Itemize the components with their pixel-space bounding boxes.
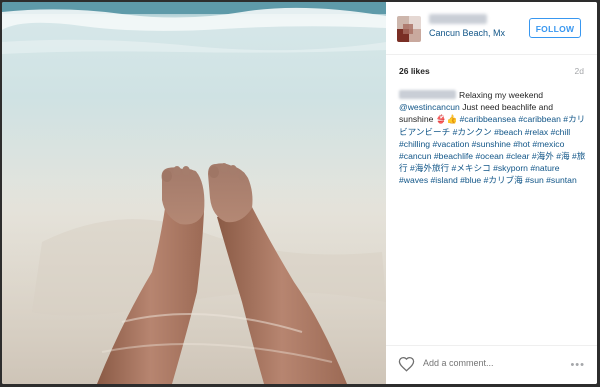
hashtag-link[interactable]: #clear xyxy=(506,151,529,161)
hashtag-link[interactable]: #island xyxy=(431,175,458,185)
hashtag-link[interactable]: #caribbean xyxy=(518,114,561,124)
hashtag-link[interactable]: #ocean xyxy=(475,151,503,161)
hashtag-link[interactable]: #skyporn xyxy=(493,163,528,173)
post-photo[interactable] xyxy=(2,2,386,384)
hashtag-link[interactable]: #cancun xyxy=(399,151,432,161)
hashtag-link[interactable]: #海 xyxy=(556,151,569,161)
caption-username-redacted[interactable] xyxy=(399,90,456,99)
instagram-post: Cancun Beach, Mx FOLLOW 26 likes 2d Rela… xyxy=(2,2,597,384)
hashtag-link[interactable]: #relax xyxy=(525,127,548,137)
caption: Relaxing my weekend @westincancun Just n… xyxy=(399,89,589,187)
heart-outline-icon[interactable] xyxy=(398,356,415,372)
hashtag-link[interactable]: #blue xyxy=(460,175,481,185)
hashtag-link[interactable]: #chill xyxy=(551,127,571,137)
hashtag-link[interactable]: #hot xyxy=(513,139,530,149)
hashtag-link[interactable]: #beachlife xyxy=(434,151,473,161)
hashtag-link[interactable]: #海外旅行 xyxy=(410,163,449,173)
comment-input[interactable] xyxy=(423,358,563,368)
hashtag-link[interactable]: #メキシコ xyxy=(452,163,491,173)
location-link[interactable]: Cancun Beach, Mx xyxy=(429,28,505,38)
hashtag-link[interactable]: #vacation xyxy=(432,139,469,149)
caption-emoji: 👙👍 xyxy=(435,114,458,125)
username-redacted[interactable] xyxy=(429,14,487,24)
beach-feet-photo xyxy=(2,2,386,384)
caption-mention[interactable]: @westincancun xyxy=(399,102,460,112)
post-age[interactable]: 2d xyxy=(575,66,584,76)
hashtag-link[interactable]: #海外 xyxy=(532,151,554,161)
caption-text-1: Relaxing my weekend xyxy=(459,90,544,100)
hashtag-link[interactable]: #nature xyxy=(530,163,559,173)
hashtag-link[interactable]: #カンクン xyxy=(453,127,492,137)
post-header: Cancun Beach, Mx FOLLOW xyxy=(386,2,597,55)
follow-button[interactable]: FOLLOW xyxy=(529,18,581,38)
hashtag-link[interactable]: #suntan xyxy=(546,175,577,185)
hashtag-link[interactable]: #caribbeansea xyxy=(460,114,516,124)
hashtag-list: #caribbeansea #caribbean #カリビアンビーチ #カンクン… xyxy=(399,114,585,185)
hashtag-link[interactable]: #sun xyxy=(525,175,544,185)
hashtag-link[interactable]: #mexico xyxy=(532,139,564,149)
window-frame: Cancun Beach, Mx FOLLOW 26 likes 2d Rela… xyxy=(0,0,600,387)
hashtag-link[interactable]: #chilling xyxy=(399,139,430,149)
likes-count[interactable]: 26 likes xyxy=(399,66,430,76)
avatar[interactable] xyxy=(397,16,421,42)
hashtag-link[interactable]: #sunshine xyxy=(472,139,511,149)
hashtag-link[interactable]: #waves xyxy=(399,175,428,185)
comment-bar: ••• xyxy=(386,345,597,384)
hashtag-link[interactable]: #beach xyxy=(494,127,522,137)
hashtag-link[interactable]: #カリブ海 xyxy=(484,175,523,185)
post-sidebar: Cancun Beach, Mx FOLLOW 26 likes 2d Rela… xyxy=(386,2,597,384)
more-options-icon[interactable]: ••• xyxy=(570,359,585,371)
